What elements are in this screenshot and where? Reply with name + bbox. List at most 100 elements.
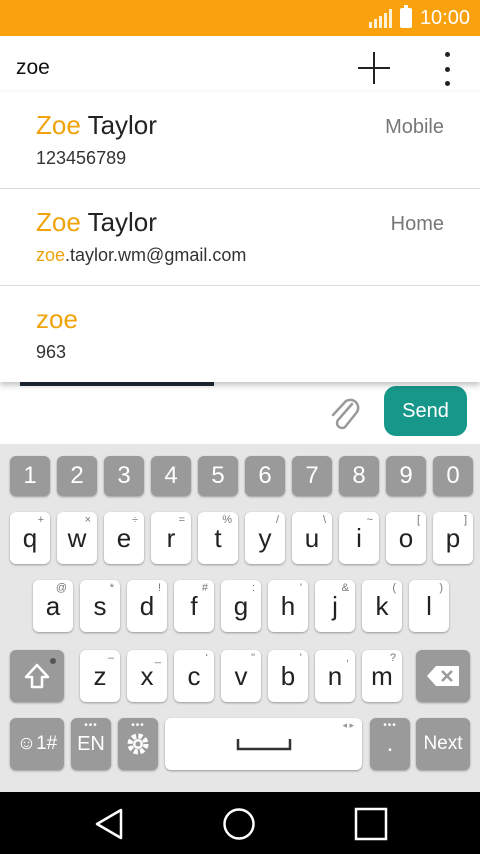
letter-key[interactable]: o[ [386, 512, 426, 564]
key-secondary-label: " [251, 652, 255, 664]
key-secondary-label: ' [299, 582, 302, 594]
letter-key[interactable]: p] [433, 512, 473, 564]
plus-icon[interactable] [356, 50, 392, 86]
next-key[interactable]: Next [416, 718, 470, 770]
key-secondary-label: – [107, 652, 114, 664]
key-label: 8 [352, 462, 366, 489]
back-icon[interactable] [92, 807, 126, 841]
letter-key[interactable]: n, [315, 650, 355, 702]
navigation-bar [0, 792, 480, 854]
letter-key[interactable]: f # [174, 580, 214, 632]
shift-key[interactable] [10, 650, 64, 702]
suggestion-item[interactable]: Zoe Taylor Mobile 123456789 [0, 92, 480, 189]
key-label: 3 [117, 462, 131, 489]
key-label: r [166, 522, 176, 553]
letter-key[interactable]: v " [221, 650, 261, 702]
letter-key[interactable]: t% [198, 512, 238, 564]
number-key[interactable]: 4 [151, 456, 191, 496]
space-key[interactable]: ◂ ▸ [165, 718, 362, 770]
contact-name: zoe [36, 304, 78, 334]
period-key[interactable]: . ••• [370, 718, 410, 770]
send-button[interactable]: Send [384, 386, 467, 436]
letter-key[interactable]: z – [80, 650, 120, 702]
letter-key[interactable]: q + [10, 512, 50, 564]
key-secondary-label: [ [416, 514, 420, 526]
recents-icon[interactable] [354, 807, 388, 841]
key-secondary-label: ( [392, 582, 396, 594]
contact-detail: 963 [36, 342, 67, 362]
letter-key[interactable]: g: [221, 580, 261, 632]
home-icon[interactable] [222, 807, 256, 841]
number-key[interactable]: 9 [386, 456, 426, 496]
suggestion-item[interactable]: zoe 963 [0, 286, 480, 382]
letter-key[interactable]: h ' [268, 580, 308, 632]
key-secondary-label: ‘ [205, 652, 208, 664]
letter-key[interactable]: d! [127, 580, 167, 632]
key-label: q [22, 522, 38, 553]
number-key[interactable]: 6 [245, 456, 285, 496]
key-secondary-label: % [222, 514, 232, 526]
key-label: k [375, 590, 389, 621]
key-secondary-label: / [275, 514, 279, 526]
key-label: 2 [70, 462, 84, 489]
key-label: 1 [23, 462, 37, 489]
letter-key[interactable]: l) [409, 580, 449, 632]
letter-key[interactable]: a @ [33, 580, 73, 632]
key-secondary-label: \ [322, 514, 326, 526]
status-icons: 10:00 [368, 0, 470, 36]
key-label: a [45, 590, 61, 621]
number-key[interactable]: 0 [433, 456, 473, 496]
recipient-input[interactable] [16, 56, 336, 80]
key-label: j [332, 590, 338, 621]
key-label: t [214, 522, 222, 553]
number-key[interactable]: 5 [198, 456, 238, 496]
suggestion-item[interactable]: Zoe Taylor Home zoe.taylor.wm@gmail.com [0, 189, 480, 286]
key-label: s [93, 590, 107, 621]
backspace-key[interactable] [416, 650, 470, 702]
number-key[interactable]: 3 [104, 456, 144, 496]
key-label: m [371, 660, 393, 691]
key-label: 7 [305, 462, 319, 489]
letter-key[interactable]: i ~ [339, 512, 379, 564]
key-label: g [233, 590, 249, 621]
letter-key[interactable]: r = [151, 512, 191, 564]
letter-key[interactable]: w × [57, 512, 97, 564]
letter-key[interactable]: j & [315, 580, 355, 632]
language-key[interactable]: EN ••• [71, 718, 111, 770]
letter-key[interactable]: c ‘ [174, 650, 214, 702]
key-secondary-label: = [178, 514, 185, 526]
letter-key[interactable]: m? [362, 650, 402, 702]
key-secondary-label: ) [439, 582, 443, 594]
key-secondary-label: , [345, 652, 349, 664]
number-key[interactable]: 8 [339, 456, 379, 496]
key-label: n [327, 660, 343, 691]
status-bar: 10:00 [0, 0, 480, 36]
more-vert-icon[interactable] [440, 52, 454, 86]
key-label: l [426, 590, 432, 621]
contact-detail: zoe.taylor.wm@gmail.com [36, 245, 247, 265]
paperclip-icon[interactable] [326, 392, 362, 432]
letter-key[interactable]: k( [362, 580, 402, 632]
letter-key[interactable]: x _ [127, 650, 167, 702]
key-secondary-label: * [109, 582, 114, 594]
number-key[interactable]: 1 [10, 456, 50, 496]
key-label: 5 [211, 462, 225, 489]
key-label: f [190, 590, 198, 621]
keyboard: 1234567890 q + w × e ÷ r = t% y / u \ i ~ o[p] a @ s * d! f #… [0, 444, 480, 792]
letter-key[interactable]: e ÷ [104, 512, 144, 564]
key-label: 6 [258, 462, 272, 489]
key-secondary-label: # [201, 582, 208, 594]
key-label: p [445, 522, 461, 553]
contact-suggestions: Zoe Taylor Mobile 123456789 Zoe Taylor H… [0, 92, 480, 382]
key-label: 9 [399, 462, 413, 489]
battery-icon [399, 5, 412, 28]
settings-key[interactable]: ••• [118, 718, 158, 770]
letter-key[interactable]: y / [245, 512, 285, 564]
emoji-symbols-key[interactable]: ☺1# [10, 718, 64, 770]
number-key[interactable]: 7 [292, 456, 332, 496]
letter-key[interactable]: u \ [292, 512, 332, 564]
recipient-bar [0, 36, 480, 94]
letter-key[interactable]: s * [80, 580, 120, 632]
number-key[interactable]: 2 [57, 456, 97, 496]
letter-key[interactable]: b’ [268, 650, 308, 702]
